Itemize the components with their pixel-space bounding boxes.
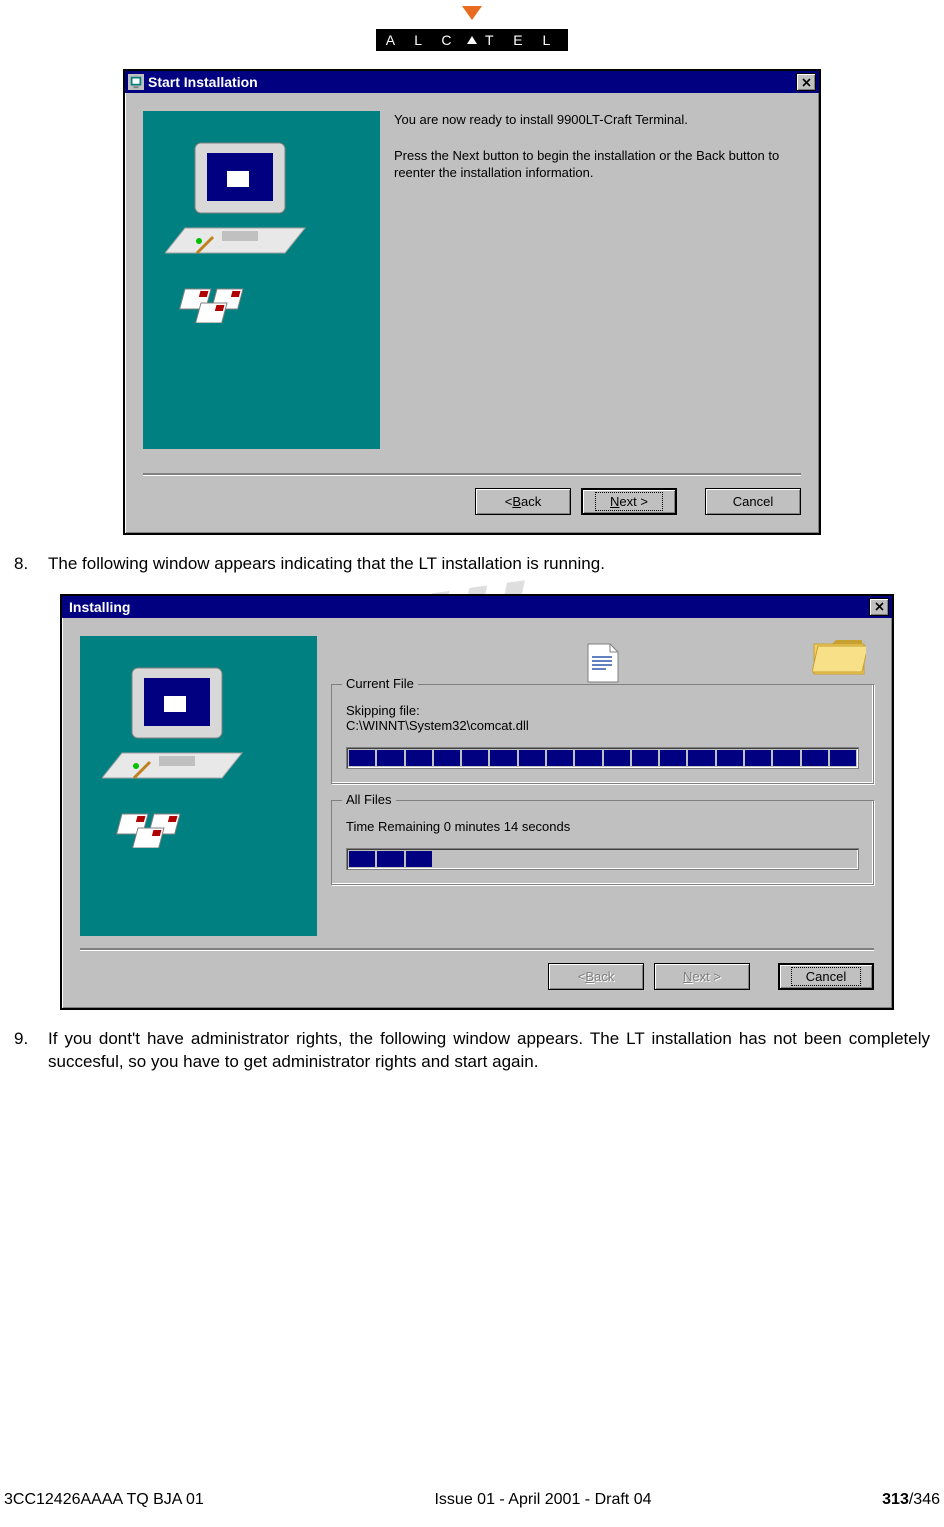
step-text: The following window appears indicating … <box>48 553 930 576</box>
cancel-button[interactable]: Cancel <box>778 963 874 990</box>
time-remaining-text: Time Remaining 0 minutes 14 seconds <box>346 819 859 834</box>
back-button: < Back <box>548 963 644 990</box>
flying-document-icon <box>584 642 622 687</box>
install-instructions-text: Press the Next button to begin the insta… <box>394 147 801 182</box>
triangle-down-icon <box>462 6 482 20</box>
close-button[interactable] <box>796 73 816 91</box>
all-files-group: All Files Time Remaining 0 minutes 14 se… <box>331 800 874 885</box>
next-button: Next > <box>654 963 750 990</box>
back-button[interactable]: < Back <box>475 488 571 515</box>
close-icon <box>875 602 884 611</box>
step-text: If you dont't have administrator rights,… <box>48 1028 930 1074</box>
current-file-progress <box>346 747 859 769</box>
wizard-graphic <box>143 111 380 449</box>
triangle-up-icon <box>467 36 477 44</box>
close-icon <box>802 78 811 87</box>
titlebar: Installing <box>62 596 892 618</box>
close-button[interactable] <box>869 598 889 616</box>
install-ready-text: You are now ready to install 9900LT-Craf… <box>394 111 801 129</box>
step-number: 8. <box>14 553 34 576</box>
current-file-status: Skipping file: <box>346 703 859 718</box>
start-installation-dialog: Start Installation <box>123 69 821 535</box>
titlebar: Start Installation <box>125 71 819 93</box>
installer-icon <box>128 74 144 90</box>
step-number: 9. <box>14 1028 34 1074</box>
current-file-group: Current File Skipping file: C:\WINNT\Sys… <box>331 684 874 784</box>
wizard-graphic <box>80 636 317 936</box>
installing-dialog: Installing <box>60 594 894 1010</box>
page-footer: 3CC12426AAAA TQ BJA 01 Issue 01 - April … <box>0 1491 944 1509</box>
brand-logo: A L C T E L <box>10 0 934 51</box>
step-8: 8. The following window appears indicati… <box>14 553 930 576</box>
folder-icon <box>812 636 866 681</box>
all-files-progress <box>346 848 859 870</box>
doc-issue: Issue 01 - April 2001 - Draft 04 <box>434 1491 651 1509</box>
next-button[interactable]: Next > <box>581 488 677 515</box>
group-legend: All Files <box>342 792 396 807</box>
dialog-title: Start Installation <box>148 74 796 90</box>
group-legend: Current File <box>342 676 418 691</box>
cancel-button[interactable]: Cancel <box>705 488 801 515</box>
current-file-path: C:\WINNT\System32\comcat.dll <box>346 718 859 733</box>
dialog-body-text: You are now ready to install 9900LT-Craf… <box>394 111 801 449</box>
doc-reference: 3CC12426AAAA TQ BJA 01 <box>4 1491 204 1509</box>
dialog-title: Installing <box>65 599 869 615</box>
page-number: 313/346 <box>882 1491 940 1509</box>
brand-name: A L C T E L <box>376 29 568 51</box>
step-9: 9. If you dont't have administrator righ… <box>14 1028 930 1074</box>
